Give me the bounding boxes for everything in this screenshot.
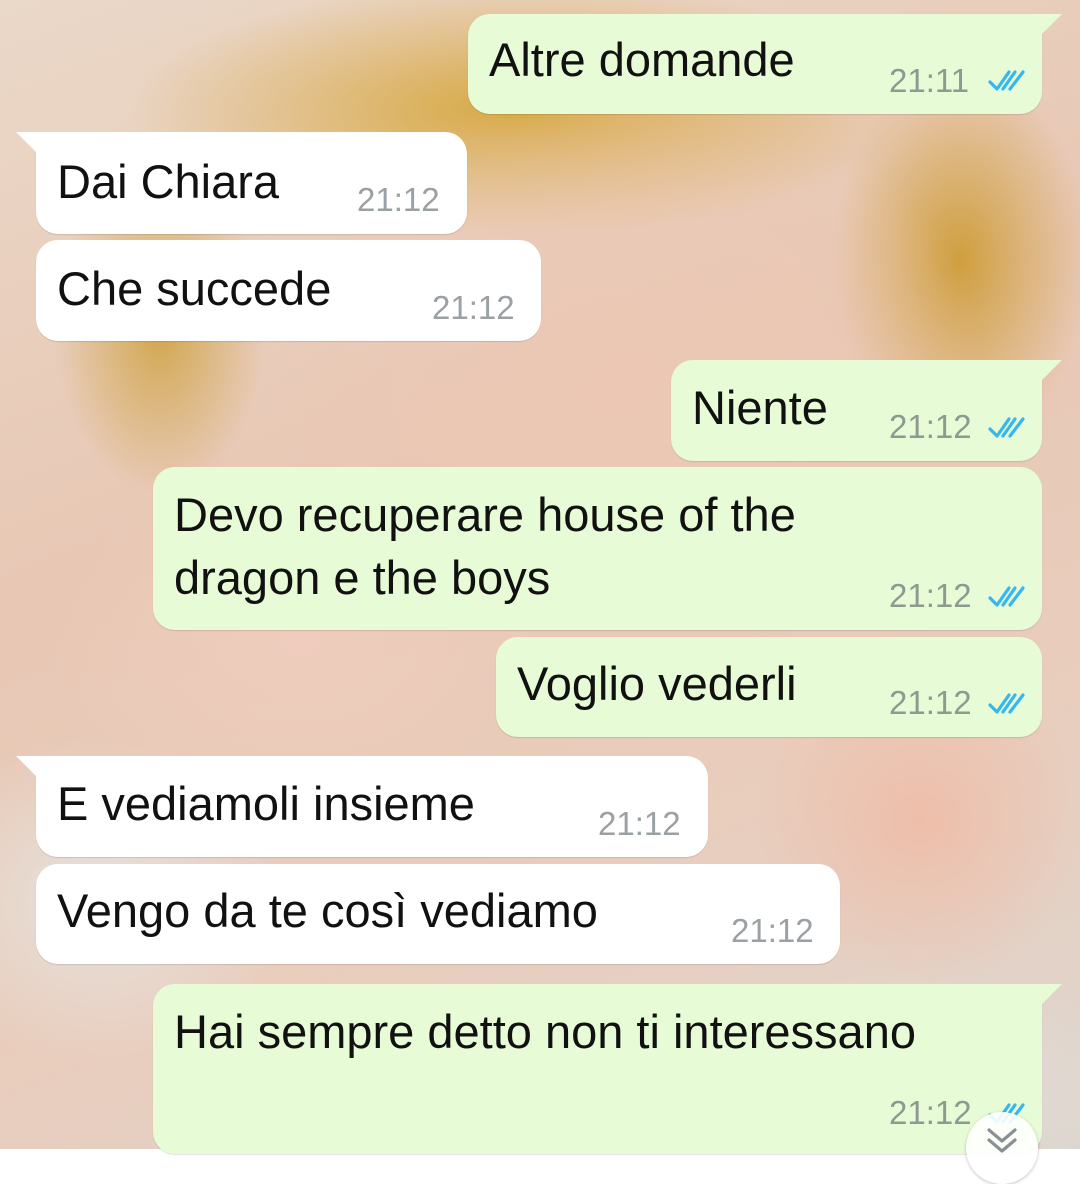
message-time: 21:12	[889, 1094, 972, 1131]
message-time: 21:12	[598, 805, 681, 842]
message-time: 21:12	[432, 289, 515, 326]
message-time: 21:12	[731, 912, 814, 949]
outgoing-message[interactable]: Niente 21:12	[671, 360, 1062, 461]
double-check-icon	[988, 70, 1025, 91]
message-time: 21:12	[889, 577, 972, 614]
outgoing-message[interactable]: Hai sempre detto non ti interessano 21:1…	[153, 984, 1062, 1154]
message-text-line: Devo recuperare house of the	[174, 488, 796, 541]
double-check-icon	[988, 586, 1025, 607]
message-time: 21:12	[889, 684, 972, 721]
chevron-double-down-icon	[987, 1128, 1017, 1153]
incoming-message[interactable]: Che succede 21:12	[36, 240, 541, 341]
incoming-message[interactable]: Dai Chiara 21:12	[16, 132, 467, 234]
message-text: Che succede	[57, 262, 332, 315]
incoming-message[interactable]: E vediamoli insieme 21:12	[16, 756, 708, 857]
message-time: 21:12	[357, 181, 440, 218]
double-check-icon	[988, 693, 1025, 714]
message-text: Dai Chiara	[57, 155, 280, 208]
chat-conversation[interactable]: Altre domande 21:11 Dai Chiara 21:12 Che…	[0, 0, 1080, 1184]
message-text: Vengo da te così vediamo	[57, 884, 598, 937]
incoming-message[interactable]: Vengo da te così vediamo 21:12	[36, 864, 840, 964]
double-check-icon	[988, 417, 1025, 438]
outgoing-message[interactable]: Voglio vederli 21:12	[496, 637, 1042, 737]
outgoing-message[interactable]: Altre domande 21:11	[468, 14, 1062, 114]
outgoing-message[interactable]: Devo recuperare house of the dragon e th…	[153, 467, 1042, 630]
scroll-to-bottom-button[interactable]	[966, 1112, 1038, 1184]
message-text: E vediamoli insieme	[57, 777, 475, 830]
message-text: Altre domande	[489, 33, 795, 86]
message-text: Voglio vederli	[517, 657, 797, 710]
message-time: 21:12	[889, 408, 972, 445]
message-time: 21:11	[889, 62, 970, 99]
message-text-line: dragon e the boys	[174, 551, 551, 604]
message-text: Niente	[692, 381, 828, 434]
message-text: Hai sempre detto non ti interessano	[174, 1005, 916, 1058]
